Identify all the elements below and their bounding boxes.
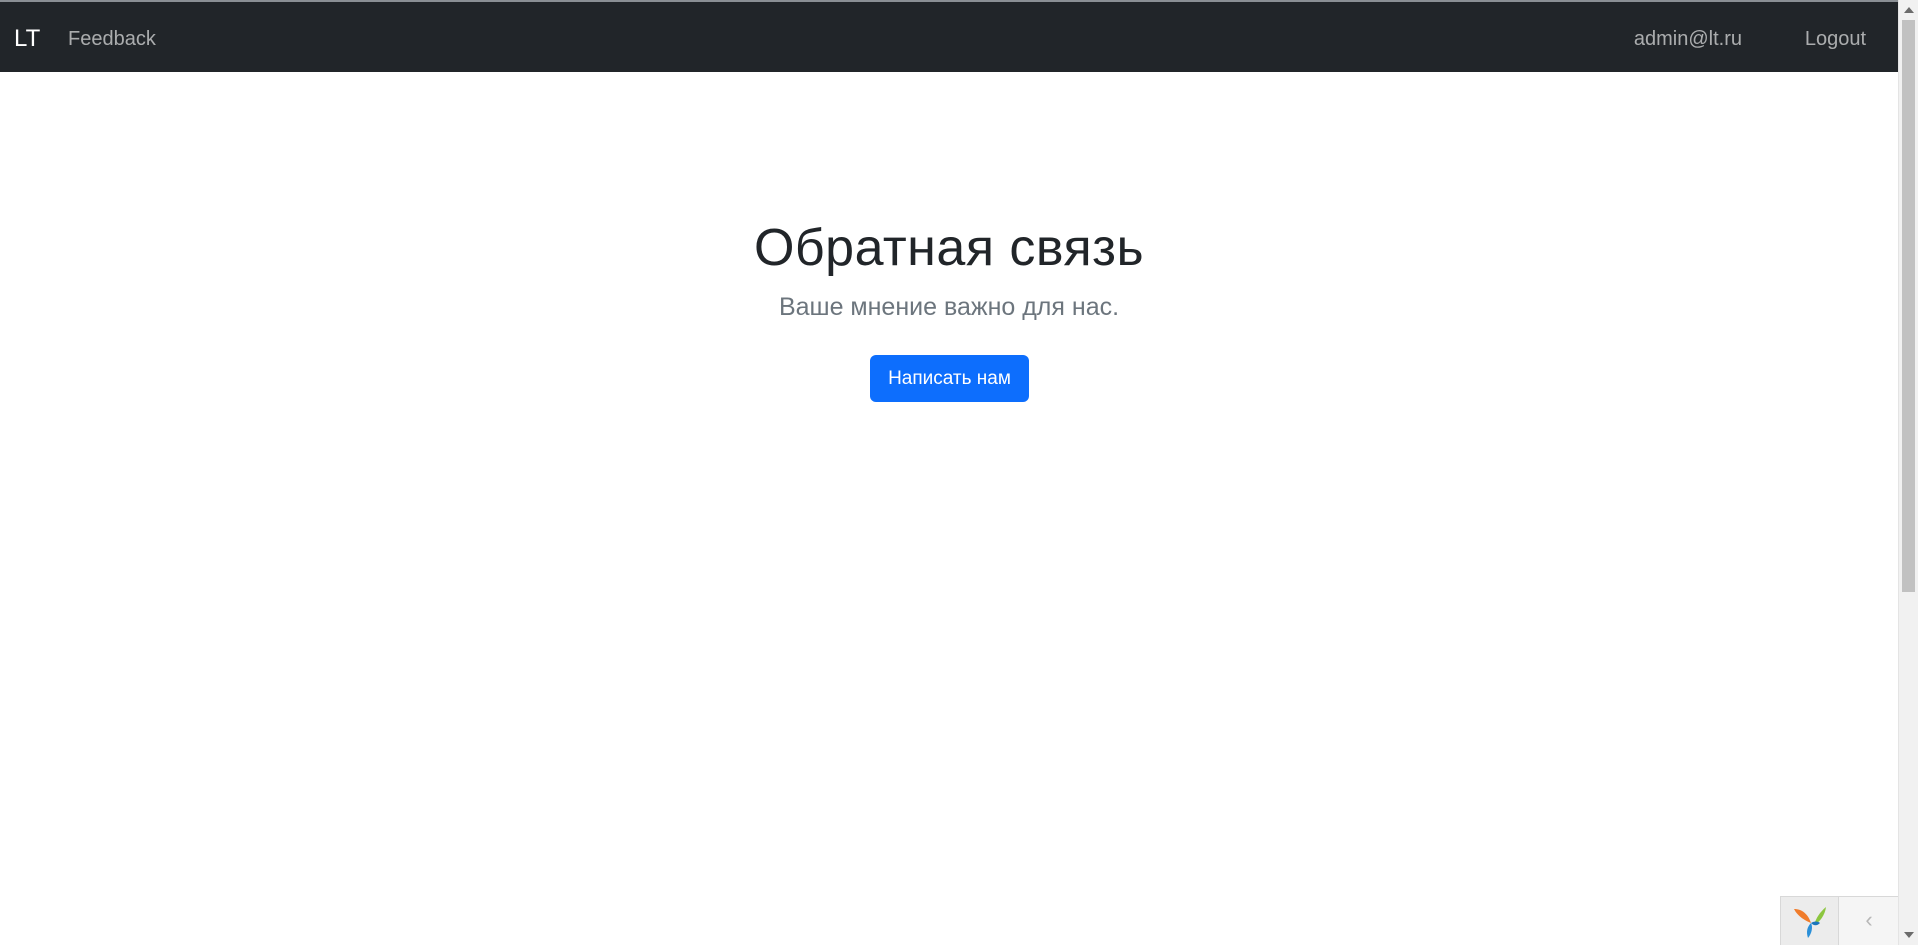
- page-subtitle: Ваше мнение важно для нас.: [778, 293, 1120, 321]
- top-navbar: LT Feedback admin@lt.ru Logout: [0, 2, 1898, 72]
- page: LT Feedback admin@lt.ru Logout Обратная …: [0, 0, 1918, 945]
- nav-feedback-link[interactable]: Feedback: [68, 27, 156, 51]
- write-to-us-button[interactable]: Написать нам: [870, 355, 1029, 402]
- chevron-left-icon[interactable]: ‹: [1839, 897, 1899, 945]
- brand-logo-link[interactable]: LT: [14, 25, 40, 53]
- nav-logout-link[interactable]: Logout: [1805, 27, 1866, 51]
- yii-logo-svg: [1794, 907, 1826, 938]
- yii-logo-icon[interactable]: [1781, 897, 1839, 945]
- scroll-down-arrow-icon[interactable]: [1904, 932, 1914, 938]
- nav-user-email-link[interactable]: admin@lt.ru: [1634, 27, 1742, 51]
- scroll-up-arrow-icon[interactable]: [1904, 7, 1914, 13]
- scrollbar-thumb[interactable]: [1902, 20, 1915, 592]
- debug-toolbar: ‹: [1780, 896, 1898, 945]
- vertical-scrollbar[interactable]: [1898, 0, 1918, 945]
- page-title: Обратная связь: [753, 219, 1145, 277]
